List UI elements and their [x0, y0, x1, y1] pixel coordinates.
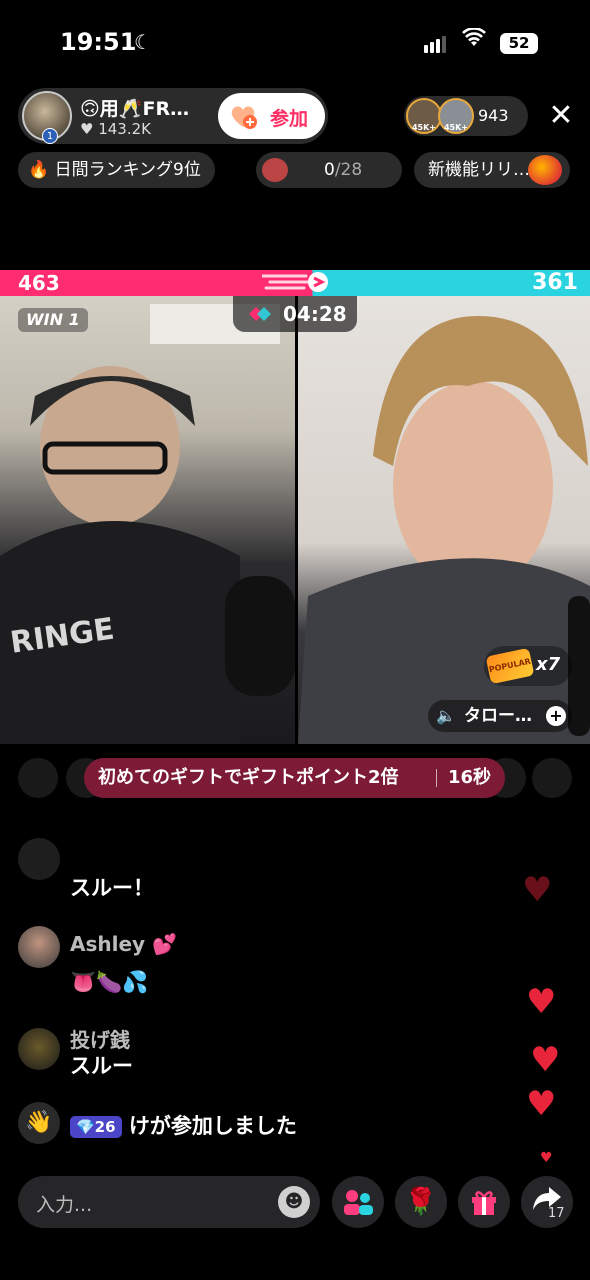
- contributor-avatar[interactable]: [532, 758, 572, 798]
- opponent-pill[interactable]: 🔈 タロー… +: [428, 700, 572, 732]
- floating-heart-icon: ♥: [526, 1084, 557, 1124]
- wave-icon: 👋: [18, 1102, 60, 1144]
- gift-countdown: 16秒: [448, 767, 492, 788]
- goal-icon: [262, 158, 288, 182]
- viewer-avatar[interactable]: 45K+: [406, 98, 442, 134]
- goal-pill[interactable]: 0/28: [256, 152, 402, 188]
- chat-message: スルー！: [70, 876, 154, 900]
- viewer-avatar[interactable]: 45K+: [438, 98, 474, 134]
- host-name: 🙃用🥂FR…: [80, 98, 190, 120]
- popular-multiplier-value: x7: [536, 654, 561, 675]
- right-score: 361: [532, 270, 578, 295]
- moon-icon: ☾: [134, 30, 152, 54]
- opponent-name: タロー…: [464, 706, 532, 726]
- status-time: 19:51: [60, 28, 137, 56]
- chat-username[interactable]: Ashley 💕: [70, 932, 177, 956]
- host-rank-badge: 1: [42, 128, 58, 144]
- viewer-count: 943: [478, 106, 509, 125]
- left-video-stream[interactable]: RINGE: [0, 296, 295, 744]
- left-streamer-image: RINGE: [0, 304, 295, 744]
- gift-icon: [472, 1191, 496, 1215]
- battle-score-bar: 463 361: [0, 270, 590, 296]
- co-host-button[interactable]: [332, 1176, 384, 1228]
- mute-icon: 🔈: [436, 706, 456, 725]
- divider: [436, 769, 437, 787]
- rose-button[interactable]: 🌹: [395, 1176, 447, 1228]
- new-feature-label: 新機能リリ…: [428, 160, 530, 180]
- chat-avatar[interactable]: [18, 838, 60, 880]
- chat-avatar[interactable]: [18, 1028, 60, 1070]
- gift-button[interactable]: [458, 1176, 510, 1228]
- signal-icon: [424, 34, 448, 53]
- host-avatar[interactable]: 1: [22, 91, 72, 144]
- chat-message: 👅🍆💦: [70, 970, 149, 994]
- goal-progress: 0/28: [324, 160, 363, 180]
- follow-plus-icon[interactable]: +: [546, 706, 566, 726]
- share-button[interactable]: [521, 1176, 573, 1228]
- popular-multiplier[interactable]: POPULAR x7: [484, 646, 572, 686]
- comment-input[interactable]: 入力... ☻: [18, 1176, 320, 1228]
- popular-icon: POPULAR: [485, 647, 535, 685]
- chat-avatar[interactable]: [18, 926, 60, 968]
- floating-heart-icon: ♥: [540, 1150, 553, 1166]
- share-count: 17: [548, 1206, 565, 1221]
- win-badge: WIN 1: [18, 308, 88, 332]
- fruit-icon: [528, 155, 562, 185]
- close-button[interactable]: ✕: [546, 98, 576, 134]
- join-label: 参加: [270, 108, 309, 130]
- status-bar: 19:51 ☾ 52: [0, 0, 590, 80]
- level-badge: 💎26: [70, 1116, 122, 1138]
- contributor-avatar[interactable]: [18, 758, 58, 798]
- score-burst-icon: [262, 272, 328, 292]
- join-notice: 💎26 けが参加しました: [70, 1110, 297, 1140]
- floating-heart-icon: ♥: [530, 1040, 561, 1080]
- heart-plus-icon: [231, 106, 257, 129]
- gift-promo-text: 初めてのギフトでギフトポイント2倍: [98, 767, 399, 788]
- join-button[interactable]: 参加: [218, 93, 325, 139]
- new-feature-pill[interactable]: 新機能リリ…: [414, 152, 570, 188]
- wifi-icon: [462, 27, 486, 53]
- battle-timer: 04:28: [233, 296, 357, 332]
- join-notice-text: けが参加しました: [128, 1114, 297, 1138]
- battle-icon: [249, 307, 271, 321]
- chat-username[interactable]: 投げ銭: [70, 1024, 130, 1053]
- host-likes: ♥ 143.2K: [80, 120, 151, 138]
- comment-placeholder: 入力...: [36, 1194, 93, 1216]
- floating-heart-icon: ♥: [522, 870, 553, 910]
- viewer-list[interactable]: 45K+ 45K+ 943: [404, 96, 528, 136]
- floating-heart-icon: ♥: [526, 982, 557, 1022]
- people-icon: [344, 1190, 373, 1215]
- emoji-icon[interactable]: ☻: [278, 1186, 310, 1218]
- left-score: 463: [18, 271, 60, 295]
- battery-indicator: 52: [500, 33, 538, 54]
- gift-promo-banner[interactable]: 初めてのギフトでギフトポイント2倍 16秒: [84, 758, 505, 798]
- daily-ranking-pill[interactable]: 🔥 日間ランキング9位: [18, 152, 215, 188]
- rose-icon: 🌹: [404, 1187, 438, 1217]
- chat-message: スルー: [70, 1054, 133, 1078]
